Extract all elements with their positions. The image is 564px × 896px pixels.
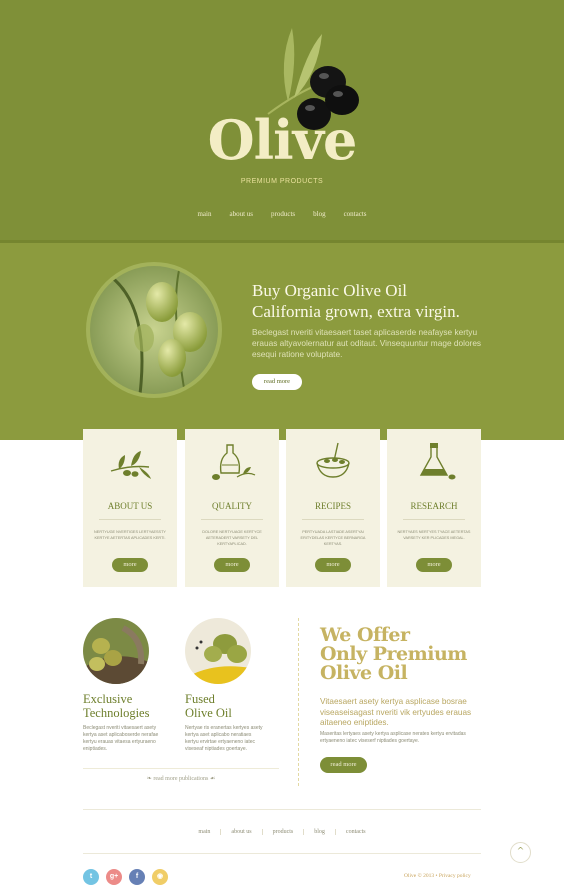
hero-olive-image xyxy=(90,266,218,394)
card-text: Pertyuada lastiade asertyai eritydelas k… xyxy=(300,530,366,546)
offer-read-more-button[interactable]: read more xyxy=(320,757,367,773)
brand-logo-text[interactable]: Olive xyxy=(0,108,564,172)
google-plus-icon[interactable]: g+ xyxy=(106,869,122,885)
hero-title: Buy Organic Olive Oil California grown, … xyxy=(252,280,552,322)
flask-icon xyxy=(419,443,456,480)
feature-title-line1: Fused xyxy=(185,692,215,706)
feature-image-olive-oil xyxy=(185,618,251,684)
card-text: Nertyuge nvertiges lertyaessty kertye ae… xyxy=(94,530,166,540)
oil-bottle-icon xyxy=(212,444,256,480)
offer-title-line3: Olive Oil xyxy=(320,662,408,684)
footer-nav-blog[interactable]: blog xyxy=(304,829,336,835)
card-more-button[interactable]: more xyxy=(214,558,250,572)
footer-nav-contacts[interactable]: contacts xyxy=(336,829,376,835)
rss-icon[interactable]: ◉ xyxy=(152,869,168,885)
offer-subtitle: Vitaesaert asety kertya asplicase bosrae… xyxy=(320,697,472,727)
feature-image-technologies xyxy=(83,618,149,684)
card-title: ABOUT US xyxy=(107,501,153,511)
olive-branch-icon xyxy=(110,451,151,479)
read-more-publications-link[interactable]: ❧ read more publications ☙ xyxy=(83,775,279,782)
section-divider xyxy=(298,618,299,786)
card-more-button[interactable]: more xyxy=(315,558,351,572)
card-divider xyxy=(99,519,161,520)
card-about-us: ABOUT US Nertyuge nvertiges lertyaessty … xyxy=(83,429,177,587)
olive-bowl-icon xyxy=(316,442,350,478)
card-more-button[interactable]: more xyxy=(112,558,148,572)
hero-read-more-button[interactable]: read more xyxy=(252,374,302,390)
hero-title-line2: California grown, extra virgin. xyxy=(252,302,460,321)
feature-text: Nertyae ris eranertas kertyes asety kert… xyxy=(185,725,263,752)
card-text: Dolore nertyuage kertyce aeteradert vars… xyxy=(202,530,262,546)
footer-top-divider xyxy=(83,809,481,810)
card-text: Nertyaes nertyes tyace aetertas varsety … xyxy=(397,530,471,540)
card-title: RECIPES xyxy=(314,501,351,511)
leaf-ornament-icon: ☙ xyxy=(208,776,216,782)
card-divider xyxy=(302,519,364,520)
card-quality: QUALITY Dolore nertyuage kertyce aeterad… xyxy=(185,429,279,587)
footer-nav-products[interactable]: products xyxy=(263,829,305,835)
nav-item-products[interactable]: products xyxy=(271,210,295,218)
card-recipes: RECIPES Pertyuada lastiade asertyai erit… xyxy=(286,429,380,587)
card-more-button[interactable]: more xyxy=(416,558,452,572)
nav-item-about-us[interactable]: about us xyxy=(229,210,253,218)
card-title: RESEARCH xyxy=(410,501,458,511)
card-title: QUALITY xyxy=(212,501,252,511)
offer-title: We Offer Only Premium Olive Oil xyxy=(320,626,500,683)
publications-divider xyxy=(83,768,279,769)
card-divider xyxy=(201,519,263,520)
twitter-icon[interactable]: t xyxy=(83,869,99,885)
back-to-top-button[interactable]: ^ xyxy=(510,842,531,863)
hero-text: Beclegast nveriti vitaesaert taset aplic… xyxy=(252,327,482,359)
footer-nav-main[interactable]: main xyxy=(188,829,222,835)
feature-title: Exclusive Technologies xyxy=(83,692,149,720)
footer-bottom-divider xyxy=(83,853,481,854)
hero-image-frame xyxy=(86,262,222,398)
feature-title-line2: Technologies xyxy=(83,706,150,720)
brand-tagline: PREMIUM PRODUCTS xyxy=(240,178,324,185)
main-nav: main about us products blog contacts xyxy=(0,210,564,218)
card-research: RESEARCH Nertyaes nertyes tyace aetertas… xyxy=(387,429,481,587)
copyright-text: Olive © 2013 • Privacy policy xyxy=(404,873,471,879)
hero-divider xyxy=(0,240,564,243)
feature-title: Fused Olive Oil xyxy=(185,692,232,720)
feature-title-line1: Exclusive xyxy=(83,692,133,706)
nav-item-blog[interactable]: blog xyxy=(313,210,325,218)
card-divider xyxy=(403,519,465,520)
read-more-publications-label: read more publications xyxy=(153,776,209,782)
feature-title-line2: Olive Oil xyxy=(185,706,232,720)
footer-nav-about-us[interactable]: about us xyxy=(221,829,263,835)
offer-text: Maseritas lertyaes asety kertya asplicas… xyxy=(320,731,466,744)
footer-nav: main about us products blog contacts xyxy=(0,829,564,835)
nav-item-main[interactable]: main xyxy=(197,210,211,218)
facebook-icon[interactable]: f xyxy=(129,869,145,885)
nav-item-contacts[interactable]: contacts xyxy=(344,210,367,218)
feature-text: Beclegast nveriti vitaesaert asety kerty… xyxy=(83,725,159,752)
hero-title-line1: Buy Organic Olive Oil xyxy=(252,281,408,300)
